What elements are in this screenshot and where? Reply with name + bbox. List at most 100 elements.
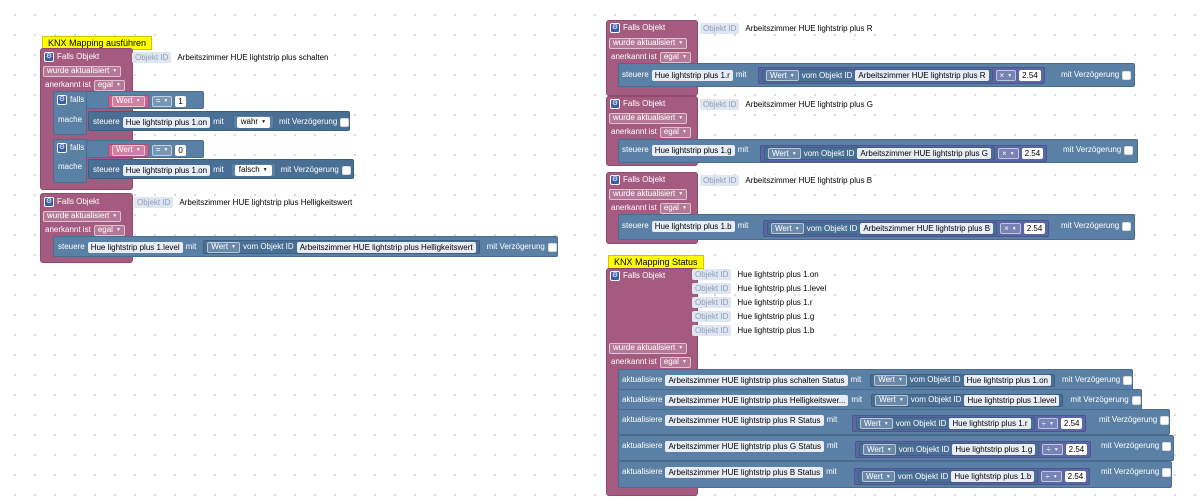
multiply-block-g[interactable]: Wert ▼ vom Objekt ID Arbeitszimmer HUE li… <box>760 145 1048 162</box>
egal-dropdown[interactable]: egal ▼ <box>93 224 125 236</box>
objekt-id-field[interactable]: Hue lightstrip plus 1.r <box>734 297 816 308</box>
wert-dropdown[interactable]: Wert ▼ <box>860 418 893 429</box>
verzoegerung-checkbox[interactable] <box>1122 221 1132 231</box>
objekt-id-field[interactable]: Arbeitszimmer HUE lightstrip plus G <box>742 98 876 110</box>
divide-block-4[interactable]: Wert ▼ vom Objekt ID Hue lightstrip plus … <box>855 441 1092 458</box>
wert-dropdown[interactable]: Wert ▼ <box>112 95 145 107</box>
compare-value-field[interactable]: 0 <box>175 144 186 156</box>
target-object-field[interactable]: Hue lightstrip plus 1.r <box>651 69 733 81</box>
multiply-block-b[interactable]: Wert ▼ vom Objekt ID Arbeitszimmer HUE li… <box>763 220 1050 237</box>
verzoegerung-checkbox[interactable] <box>547 242 557 252</box>
operator-dropdown[interactable]: ÷ ▼ <box>1042 444 1063 455</box>
wurde-aktualisiert-dropdown[interactable]: wurde aktualisiert ▼ <box>609 188 688 200</box>
verzoegerung-checkbox[interactable] <box>1131 395 1141 405</box>
egal-dropdown[interactable]: egal ▼ <box>659 356 691 368</box>
objekt-id-field[interactable]: Hue lightstrip plus 1.g <box>734 311 818 322</box>
operator-dropdown[interactable]: ÷ ▼ <box>1037 418 1058 429</box>
compare-block-2[interactable]: Wert ▼ = ▼ 0 <box>108 143 186 157</box>
verzoegerung-checkbox[interactable] <box>1162 467 1172 477</box>
number-field[interactable]: 2.54 <box>1065 444 1088 455</box>
wurde-aktualisiert-dropdown[interactable]: wurde aktualisiert ▼ <box>609 37 688 49</box>
divide-block-5[interactable]: Wert ▼ vom Objekt ID Hue lightstrip plus … <box>854 468 1091 485</box>
value-of-object-block[interactable]: Wert ▼ vom Objekt ID Hue lightstrip plus … <box>858 470 1039 483</box>
wert-block[interactable]: Wert ▼ <box>108 143 149 157</box>
wert-dropdown[interactable]: Wert ▼ <box>112 144 145 156</box>
objekt-id-field[interactable]: Arbeitszimmer HUE lightstrip plus B <box>742 174 876 186</box>
number-field[interactable]: 2.54 <box>1064 471 1087 482</box>
target-object-field[interactable]: Arbeitszimmer HUE lightstrip plus G Stat… <box>665 440 824 452</box>
wurde-aktualisiert-dropdown[interactable]: wurde aktualisiert ▼ <box>609 342 688 354</box>
value-of-object-block[interactable]: Wert ▼ vom Objekt ID Arbeitszimmer HUE li… <box>203 240 480 254</box>
target-object-field[interactable]: Arbeitszimmer HUE lightstrip plus schalt… <box>665 374 848 386</box>
source-object-field[interactable]: Arbeitszimmer HUE lightstrip plus G <box>857 148 991 159</box>
bool-dropdown[interactable]: falsch ▼ <box>234 164 272 176</box>
operator-dropdown[interactable]: = ▼ <box>151 95 173 107</box>
number-field[interactable]: 2.54 <box>1060 418 1083 429</box>
wert-block[interactable]: Wert ▼ <box>108 94 149 108</box>
objekt-id-field[interactable]: Arbeitszimmer HUE lightstrip plus schalt… <box>174 51 332 63</box>
egal-dropdown[interactable]: egal ▼ <box>659 202 691 214</box>
gear-icon[interactable]: ⚙ <box>610 23 620 33</box>
source-object-field[interactable]: Arbeitszimmer HUE lightstrip plus R <box>855 70 989 81</box>
wurde-aktualisiert-dropdown[interactable]: wurde aktualisiert ▼ <box>609 112 688 124</box>
wert-dropdown[interactable]: Wert ▼ <box>863 444 896 455</box>
operator-dropdown[interactable]: × ▼ <box>997 148 1019 159</box>
wurde-aktualisiert-dropdown[interactable]: wurde aktualisiert ▼ <box>43 65 122 77</box>
verzoegerung-checkbox[interactable] <box>1162 441 1172 451</box>
multiply-block-r[interactable]: Wert ▼ vom Objekt ID Arbeitszimmer HUE li… <box>758 67 1045 84</box>
number-field[interactable]: 2.54 <box>1019 70 1041 81</box>
number-field[interactable]: 2.54 <box>1023 223 1046 234</box>
verzoegerung-checkbox[interactable] <box>1123 375 1133 385</box>
bool-block[interactable]: wahr ▼ <box>232 115 275 129</box>
wert-dropdown[interactable]: Wert ▼ <box>766 70 799 81</box>
source-object-field[interactable]: Hue lightstrip plus 1.level <box>964 394 1060 406</box>
bool-dropdown[interactable]: wahr ▼ <box>236 116 271 128</box>
target-object-field[interactable]: Hue lightstrip plus 1.b <box>651 220 735 232</box>
objekt-id-field[interactable]: Arbeitszimmer HUE lightstrip plus R <box>742 22 876 34</box>
source-object-field[interactable]: Hue lightstrip plus 1.b <box>951 471 1035 482</box>
verzoegerung-checkbox[interactable] <box>341 165 351 175</box>
value-of-object-block[interactable]: Wert ▼ vom Objekt ID Hue lightstrip plus … <box>859 443 1040 456</box>
wert-dropdown[interactable]: Wert ▼ <box>862 471 895 482</box>
verzoegerung-checkbox[interactable] <box>1124 145 1134 155</box>
target-object-field[interactable]: Hue lightstrip plus 1.g <box>651 144 735 156</box>
target-object-field[interactable]: Hue lightstrip plus 1.level <box>87 241 183 253</box>
value-of-object-block[interactable]: Wert ▼ vom Objekt ID Arbeitszimmer HUE li… <box>767 222 998 235</box>
wert-dropdown[interactable]: Wert ▼ <box>874 374 907 386</box>
wert-dropdown[interactable]: Wert ▼ <box>768 148 801 159</box>
wert-dropdown[interactable]: Wert ▼ <box>207 241 240 253</box>
objekt-id-field[interactable]: Hue lightstrip plus 1.b <box>734 325 818 336</box>
divide-block-3[interactable]: Wert ▼ vom Objekt ID Hue lightstrip plus … <box>852 415 1087 432</box>
number-field[interactable]: 2.54 <box>1021 148 1044 159</box>
wert-dropdown[interactable]: Wert ▼ <box>875 394 908 406</box>
egal-dropdown[interactable]: egal ▼ <box>659 51 691 63</box>
compare-value-field[interactable]: 1 <box>175 95 186 107</box>
verzoegerung-checkbox[interactable] <box>1160 415 1170 425</box>
target-object-field[interactable]: Arbeitszimmer HUE lightstrip plus R Stat… <box>665 414 824 426</box>
compare-block-1[interactable]: Wert ▼ = ▼ 1 <box>108 94 186 108</box>
value-of-object-block[interactable]: Wert ▼ vom Objekt ID Hue lightstrip plus … <box>870 373 1055 387</box>
target-object-field[interactable]: Arbeitszimmer HUE lightstrip plus B Stat… <box>665 466 824 478</box>
source-object-field[interactable]: Hue lightstrip plus 1.r <box>949 418 1031 429</box>
verzoegerung-checkbox[interactable] <box>1122 70 1132 80</box>
bool-block[interactable]: falsch ▼ <box>230 163 276 177</box>
target-object-field[interactable]: Hue lightstrip plus 1.on <box>122 116 211 128</box>
egal-dropdown[interactable]: egal ▼ <box>659 126 691 138</box>
operator-dropdown[interactable]: ÷ ▼ <box>1041 471 1062 482</box>
gear-icon[interactable]: ⚙ <box>57 143 67 153</box>
operator-dropdown[interactable]: × ▼ <box>1000 223 1021 234</box>
source-object-field[interactable]: Hue lightstrip plus 1.g <box>952 444 1036 455</box>
gear-icon[interactable]: ⚙ <box>44 52 54 62</box>
objekt-id-field[interactable]: Arbeitszimmer HUE lightstrip plus Hellig… <box>176 196 356 208</box>
wert-dropdown[interactable]: Wert ▼ <box>771 223 804 234</box>
comment-knx-mapping-status[interactable]: KNX Mapping Status <box>608 255 704 269</box>
value-of-object-block[interactable]: Wert ▼ vom Objekt ID Arbeitszimmer HUE li… <box>764 147 995 160</box>
value-of-object-block[interactable]: Wert ▼ vom Objekt ID Hue lightstrip plus … <box>856 417 1035 430</box>
operator-dropdown[interactable]: × ▼ <box>995 70 1017 81</box>
wurde-aktualisiert-dropdown[interactable]: wurde aktualisiert ▼ <box>43 210 122 222</box>
target-object-field[interactable]: Hue lightstrip plus 1.on <box>122 164 211 176</box>
source-object-field[interactable]: Hue lightstrip plus 1.on <box>963 374 1051 386</box>
gear-icon[interactable]: ⚙ <box>610 175 620 185</box>
egal-dropdown[interactable]: egal ▼ <box>93 79 125 91</box>
value-of-object-block[interactable]: Wert ▼ vom Objekt ID Hue lightstrip plus … <box>871 393 1064 407</box>
